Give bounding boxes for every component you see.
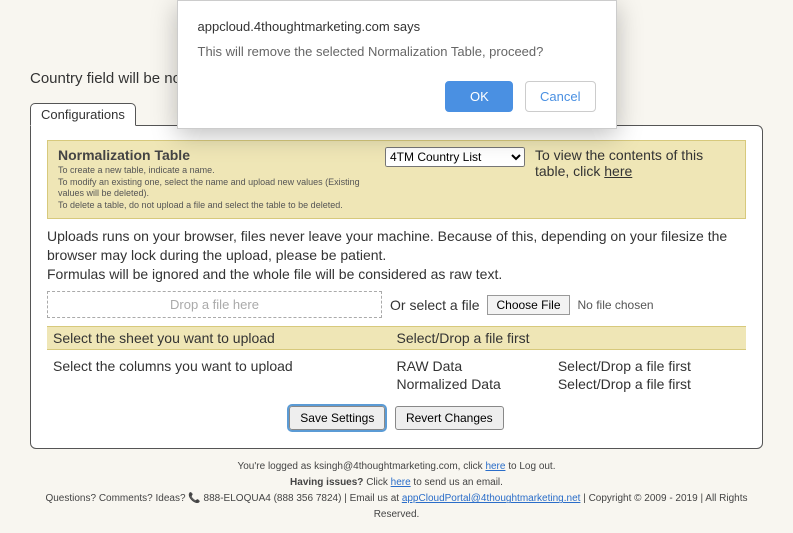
config-panel: Normalization Table To create a new tabl… bbox=[30, 125, 763, 449]
dialog-message: This will remove the selected Normalizat… bbox=[198, 44, 596, 59]
phone-icon: 📞 bbox=[188, 493, 200, 504]
normalized-data-label: Normalized Data bbox=[397, 376, 550, 392]
normalized-data-value: Select/Drop a file first bbox=[558, 376, 740, 392]
select-sheet-value: Select/Drop a file first bbox=[397, 330, 741, 346]
revert-changes-button[interactable]: Revert Changes bbox=[395, 406, 504, 430]
contact-text: Questions? Comments? Ideas? bbox=[45, 493, 188, 504]
save-settings-button[interactable]: Save Settings bbox=[289, 406, 385, 430]
normalization-title: Normalization Table bbox=[58, 147, 375, 163]
dialog-origin: appcloud.4thoughtmarketing.com says bbox=[198, 19, 596, 34]
choose-file-button[interactable]: Choose File bbox=[487, 295, 569, 315]
contact-email-link[interactable]: appCloudPortal@4thoughtmarketing.net bbox=[402, 493, 581, 504]
logged-as-text: You're logged as ksingh@4thoughtmarketin… bbox=[237, 461, 485, 472]
raw-data-value: Select/Drop a file first bbox=[558, 358, 740, 374]
normalization-hint-3: To delete a table, do not upload a file … bbox=[58, 200, 375, 212]
having-issues-label: Having issues? bbox=[290, 477, 366, 488]
upload-info-2: Formulas will be ignored and the whole f… bbox=[47, 265, 746, 284]
raw-data-label: RAW Data bbox=[397, 358, 550, 374]
view-table-link[interactable]: here bbox=[604, 163, 632, 179]
normalization-table-select[interactable]: 4TM Country List bbox=[385, 147, 525, 167]
file-dropzone[interactable]: Drop a file here bbox=[47, 291, 382, 318]
dialog-ok-button[interactable]: OK bbox=[445, 81, 513, 112]
logout-link[interactable]: here bbox=[485, 461, 505, 472]
no-file-chosen: No file chosen bbox=[578, 298, 654, 312]
normalization-hint-2: To modify an existing one, select the na… bbox=[58, 177, 375, 200]
dialog-cancel-button[interactable]: Cancel bbox=[525, 81, 595, 112]
normalization-hint-1: To create a new table, indicate a name. bbox=[58, 165, 375, 177]
confirm-dialog: appcloud.4thoughtmarketing.com says This… bbox=[177, 0, 617, 129]
normalization-table-box: Normalization Table To create a new tabl… bbox=[47, 140, 746, 219]
phone-text: 888-ELOQUA4 (888 356 7824) | Email us at bbox=[201, 493, 402, 504]
page-footer: You're logged as ksingh@4thoughtmarketin… bbox=[30, 459, 763, 523]
tab-configurations[interactable]: Configurations bbox=[30, 103, 136, 126]
issues-email-link[interactable]: here bbox=[391, 477, 411, 488]
select-sheet-label: Select the sheet you want to upload bbox=[53, 330, 397, 346]
select-columns-label: Select the columns you want to upload bbox=[53, 358, 397, 392]
upload-info-1: Uploads runs on your browser, files neve… bbox=[47, 227, 746, 265]
or-select-label: Or select a file bbox=[390, 297, 479, 313]
